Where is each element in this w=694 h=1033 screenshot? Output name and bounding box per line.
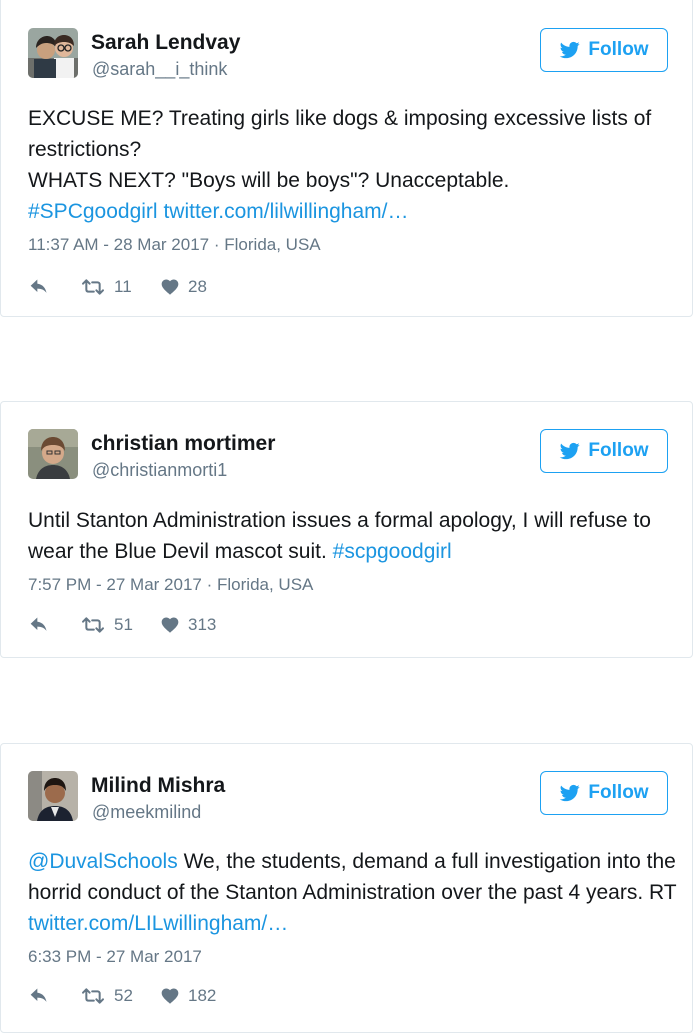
tweet-text-line: WHATS NEXT? "Boys will be boys"? Unaccep…	[28, 169, 510, 192]
url-link[interactable]: twitter.com/lilwillingham/…	[163, 200, 408, 223]
tweet-actions: 52 182	[28, 984, 216, 1008]
reply-icon	[28, 277, 50, 297]
like-count: 313	[188, 615, 217, 634]
reply-icon	[28, 615, 50, 635]
location: Florida, USA	[217, 575, 314, 594]
reply-button[interactable]	[28, 277, 80, 297]
user-name[interactable]: Sarah Lendvay	[91, 31, 240, 55]
heart-icon	[160, 986, 180, 1006]
retweet-count: 52	[114, 986, 133, 1005]
twitter-bird-icon	[559, 783, 581, 803]
tweet-text: EXCUSE ME? Treating girls like dogs & im…	[28, 103, 678, 227]
tweet-actions: 11 28	[28, 275, 207, 299]
follow-button[interactable]: Follow	[540, 771, 668, 815]
tweet-card: christian mortimer @christianmorti1 Foll…	[0, 401, 693, 658]
avatar[interactable]	[28, 28, 78, 78]
tweet-actions: 51 313	[28, 613, 216, 637]
reply-icon	[28, 986, 50, 1006]
retweet-button[interactable]: 51	[80, 615, 160, 635]
follow-label: Follow	[588, 39, 649, 60]
user-handle[interactable]: @meekmilind	[92, 802, 201, 823]
tweet-text: @DuvalSchools We, the students, demand a…	[28, 846, 678, 939]
tweet-card: Sarah Lendvay @sarah__i_think Follow EXC…	[0, 0, 693, 317]
retweet-count: 51	[114, 615, 133, 634]
separator: ·	[206, 575, 213, 594]
heart-icon	[160, 277, 180, 297]
follow-button[interactable]: Follow	[540, 28, 668, 72]
like-count: 28	[188, 277, 207, 296]
like-count: 182	[188, 986, 217, 1005]
follow-label: Follow	[588, 782, 649, 803]
url-link[interactable]: twitter.com/LILwillingham/…	[28, 912, 288, 935]
location: Florida, USA	[224, 235, 321, 254]
heart-icon	[160, 615, 180, 635]
timestamp[interactable]: 7:57 PM - 27 Mar 2017	[28, 575, 202, 594]
hashtag-link[interactable]: #SPCgoodgirl	[28, 200, 158, 223]
separator: ·	[213, 235, 220, 254]
reply-button[interactable]	[28, 615, 80, 635]
user-handle[interactable]: @sarah__i_think	[92, 59, 227, 80]
retweet-icon	[80, 986, 106, 1006]
like-button[interactable]: 28	[160, 277, 207, 297]
follow-label: Follow	[588, 440, 649, 461]
retweet-button[interactable]: 11	[80, 277, 160, 297]
tweet-meta: 6:33 PM - 27 Mar 2017	[28, 947, 202, 967]
twitter-bird-icon	[559, 40, 581, 60]
mention-link[interactable]: @DuvalSchools	[28, 850, 178, 873]
like-button[interactable]: 182	[160, 986, 216, 1006]
tweet-text-line: EXCUSE ME? Treating girls like dogs & im…	[28, 107, 652, 161]
hashtag-link[interactable]: #scpgoodgirl	[333, 540, 452, 563]
tweet-card: Milind Mishra @meekmilind Follow @DuvalS…	[0, 743, 693, 1033]
follow-button[interactable]: Follow	[540, 429, 668, 473]
reply-button[interactable]	[28, 986, 80, 1006]
user-name[interactable]: christian mortimer	[91, 432, 275, 456]
timestamp[interactable]: 6:33 PM - 27 Mar 2017	[28, 947, 202, 966]
user-name[interactable]: Milind Mishra	[91, 774, 225, 798]
retweet-icon	[80, 277, 106, 297]
avatar[interactable]	[28, 429, 78, 479]
tweet-text: Until Stanton Administration issues a fo…	[28, 505, 678, 567]
retweet-icon	[80, 615, 106, 635]
tweet-meta: 7:57 PM - 27 Mar 2017 · Florida, USA	[28, 575, 313, 595]
like-button[interactable]: 313	[160, 615, 216, 635]
user-handle[interactable]: @christianmorti1	[92, 460, 227, 481]
retweet-button[interactable]: 52	[80, 986, 160, 1006]
avatar[interactable]	[28, 771, 78, 821]
twitter-bird-icon	[559, 441, 581, 461]
tweet-meta: 11:37 AM - 28 Mar 2017 · Florida, USA	[28, 235, 321, 255]
retweet-count: 11	[114, 277, 132, 296]
timestamp[interactable]: 11:37 AM - 28 Mar 2017	[28, 235, 209, 254]
